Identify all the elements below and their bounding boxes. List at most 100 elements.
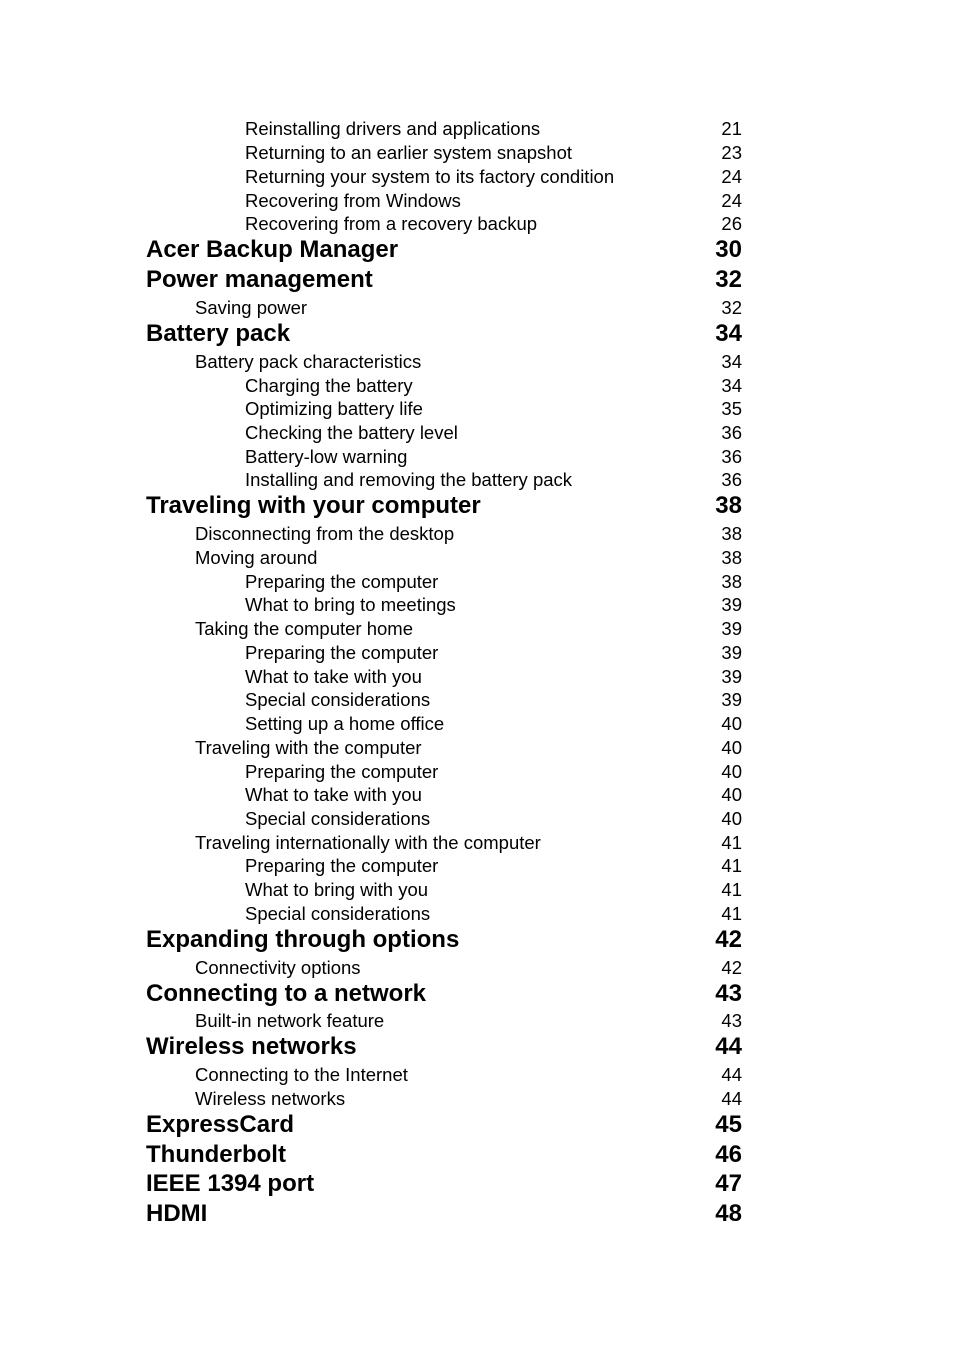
toc-entry[interactable]: Preparing the computer 40 [0,760,954,784]
toc-entry-page: 34 [721,375,742,396]
toc-chapter-title: Traveling with your computer [146,492,481,519]
toc-entry[interactable]: Preparing the computer 41 [0,854,954,878]
toc-entry-title: What to bring to meetings [245,594,456,615]
toc-chapter[interactable]: IEEE 1394 port 47 [0,1169,954,1199]
toc-section[interactable]: Saving power 32 [0,296,954,320]
toc-entry[interactable]: Special considerations 39 [0,688,954,712]
toc-section-title: Saving power [195,297,308,318]
toc-section-title: Wireless networks [195,1088,346,1109]
toc-entry-title: Optimizing battery life [245,398,423,419]
toc-entry-title: Preparing the computer [245,761,439,782]
toc-entry[interactable]: Preparing the computer 39 [0,641,954,665]
toc-section-title: Disconnecting from the desktop [195,523,455,544]
toc-entry[interactable]: Optimizing battery life 35 [0,397,954,421]
toc-entry-page: 40 [721,808,742,829]
toc-entry[interactable]: Checking the battery level 36 [0,421,954,445]
toc-chapter-title: IEEE 1394 port [146,1170,315,1197]
toc-section-title: Connecting to the Internet [195,1064,408,1085]
toc-entry[interactable]: What to bring with you 41 [0,878,954,902]
toc-chapter-title: ExpressCard [146,1111,295,1138]
toc-entry-title: Charging the battery [245,375,413,396]
toc-section-page: 32 [721,297,742,318]
toc-entry[interactable]: Battery-low warning 36 [0,445,954,469]
toc-chapter-page: 44 [715,1033,742,1060]
toc-entry[interactable]: Installing and removing the battery pack… [0,468,954,492]
toc-chapter-page: 30 [715,236,742,263]
toc-entry[interactable]: What to take with you 39 [0,665,954,689]
toc-entry-title: Recovering from Windows [245,190,461,211]
toc-chapter-page: 38 [715,492,742,519]
toc-section[interactable]: Disconnecting from the desktop 38 [0,522,954,546]
toc-section-title: Battery pack characteristics [195,351,422,372]
toc-entry-title: Battery-low warning [245,446,408,467]
toc-chapter[interactable]: Traveling with your computer 38 [0,491,954,521]
toc-entry-page: 40 [721,784,742,805]
toc-chapter-page: 47 [715,1170,742,1197]
toc-entry-page: 21 [721,118,742,139]
toc-entry-page: 38 [721,571,742,592]
toc-section[interactable]: Connecting to the Internet 44 [0,1063,954,1087]
toc-entry[interactable]: Preparing the computer 38 [0,570,954,594]
toc-entry-page: 39 [721,666,742,687]
toc-entry[interactable]: Recovering from a recovery backup 26 [0,212,954,236]
toc-chapter-page: 42 [715,926,742,953]
toc-section[interactable]: Built-in network feature 43 [0,1009,954,1033]
toc-entry-page: 23 [721,142,742,163]
toc-section[interactable]: Wireless networks 44 [0,1087,954,1111]
toc-entry-page: 39 [721,642,742,663]
toc-entry-title: Preparing the computer [245,642,439,663]
toc-chapter[interactable]: ExpressCard 45 [0,1110,954,1140]
toc-chapter[interactable]: Connecting to a network 43 [0,979,954,1009]
toc-section-page: 39 [721,618,742,639]
toc-entry[interactable]: Charging the battery 34 [0,374,954,398]
toc-section-title: Taking the computer home [195,618,414,639]
toc-section-title: Built-in network feature [195,1010,385,1031]
toc-section-title: Traveling internationally with the compu… [195,832,541,853]
toc-chapter-title: Connecting to a network [146,980,427,1007]
toc-entry[interactable]: Returning your system to its factory con… [0,165,954,189]
toc-section-title: Connectivity options [195,957,361,978]
toc-entry[interactable]: What to bring to meetings 39 [0,593,954,617]
toc-entry-title: Preparing the computer [245,571,439,592]
toc-entry-title: Special considerations [245,808,431,829]
toc-section-page: 38 [721,547,742,568]
toc-entry[interactable]: Setting up a home office 40 [0,712,954,736]
toc-entry-page: 41 [721,855,742,876]
toc-entry-page: 24 [721,166,742,187]
toc-entry-title: Returning your system to its factory con… [245,166,615,187]
toc-entry[interactable]: Reinstalling drivers and applications 21 [0,117,954,141]
toc-section[interactable]: Traveling with the computer 40 [0,736,954,760]
toc-section[interactable]: Connectivity options 42 [0,956,954,980]
toc-entry-page: 40 [721,713,742,734]
toc-section-page: 44 [721,1088,742,1109]
toc-entry-title: Setting up a home office [245,713,445,734]
toc-chapter[interactable]: Wireless networks 44 [0,1032,954,1062]
toc-entry-page: 41 [721,879,742,900]
toc-chapter-title: Thunderbolt [146,1141,286,1168]
toc-chapter[interactable]: Acer Backup Manager 30 [0,235,954,265]
table-of-contents: Reinstalling drivers and applications 21 … [0,0,954,1369]
toc-chapter[interactable]: Battery pack 34 [0,319,954,349]
toc-section[interactable]: Traveling internationally with the compu… [0,831,954,855]
toc-entry[interactable]: Special considerations 41 [0,902,954,926]
toc-section-page: 42 [721,957,742,978]
toc-section-title: Traveling with the computer [195,737,422,758]
toc-chapter-title: Wireless networks [146,1033,357,1060]
toc-chapter-title: Acer Backup Manager [146,236,399,263]
toc-section[interactable]: Moving around 38 [0,546,954,570]
toc-chapter[interactable]: Expanding through options 42 [0,925,954,955]
toc-section[interactable]: Taking the computer home 39 [0,617,954,641]
toc-entry[interactable]: What to take with you 40 [0,783,954,807]
toc-chapter[interactable]: Power management 32 [0,265,954,295]
toc-section[interactable]: Battery pack characteristics 34 [0,350,954,374]
toc-chapter[interactable]: HDMI 48 [0,1199,954,1229]
toc-entry-page: 24 [721,190,742,211]
toc-section-page: 40 [721,737,742,758]
toc-chapter-title: Power management [146,266,373,293]
toc-chapter-page: 32 [715,266,742,293]
toc-entry[interactable]: Special considerations 40 [0,807,954,831]
toc-entry[interactable]: Recovering from Windows 24 [0,189,954,213]
toc-section-title: Moving around [195,547,318,568]
toc-entry[interactable]: Returning to an earlier system snapshot 2… [0,141,954,165]
toc-chapter[interactable]: Thunderbolt 46 [0,1140,954,1170]
